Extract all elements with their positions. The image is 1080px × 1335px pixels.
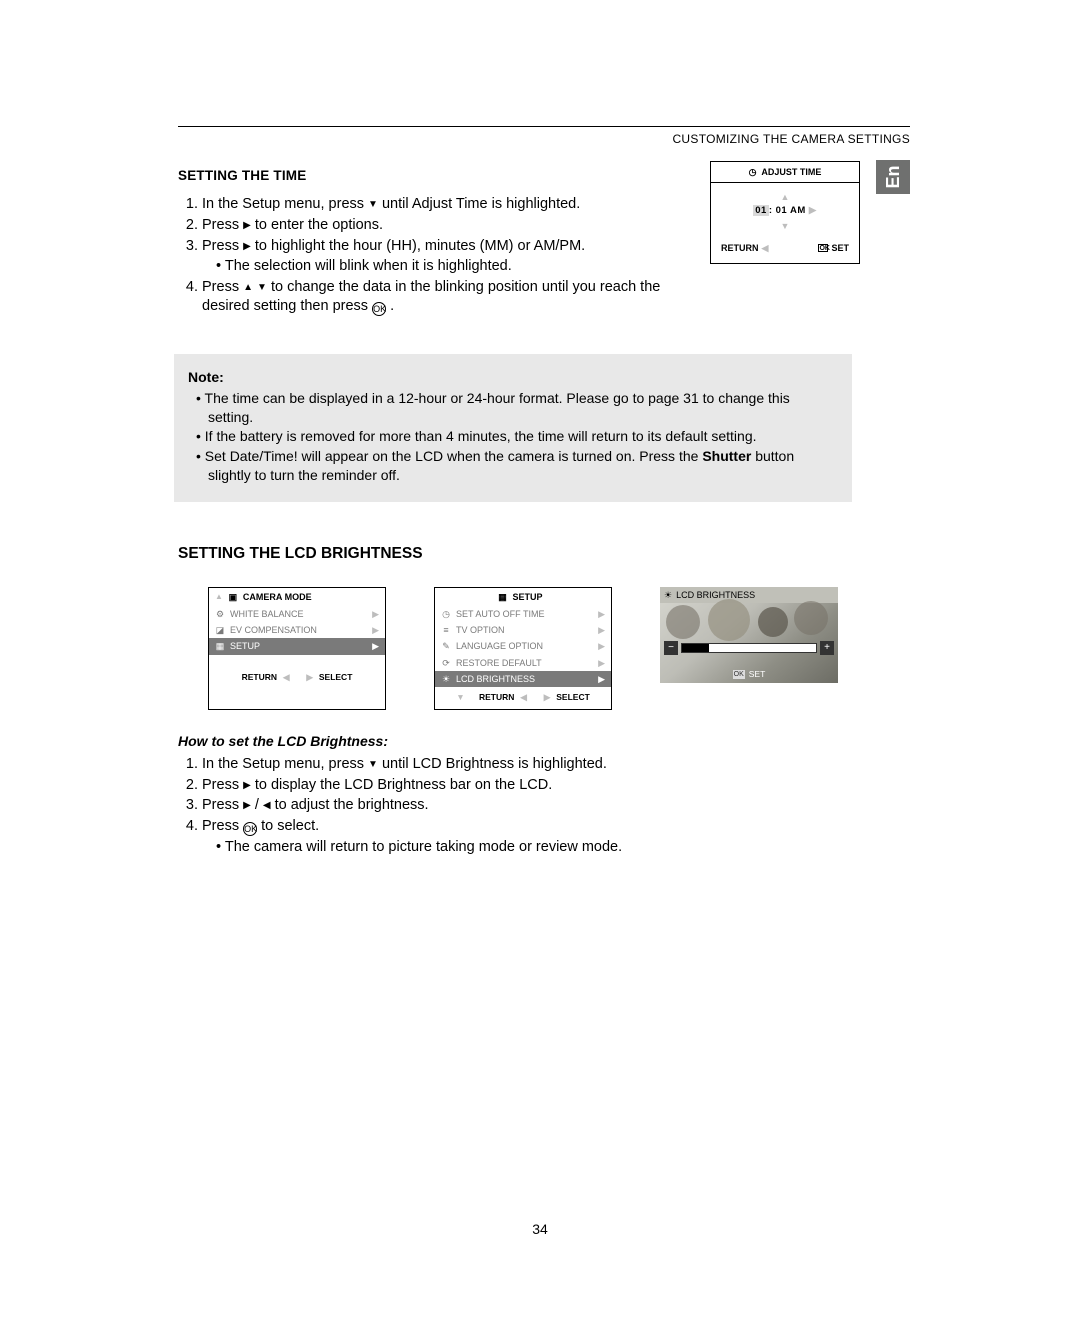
breadcrumb: CUSTOMIZING THE CAMERA SETTINGS: [178, 131, 910, 147]
menu-item: ✎LANGUAGE OPTION▶: [435, 638, 611, 654]
ev-icon: ◪: [215, 624, 225, 636]
right-triangle-icon: ▶: [243, 800, 251, 811]
camera-mode-menu: ▲ ▣ CAMERA MODE ⚙WHITE BALANCE▶ ◪EV COMP…: [208, 587, 386, 710]
clock-icon: ◷: [749, 166, 757, 178]
menu-item-selected: ☀LCD BRIGHTNESS▶: [435, 671, 611, 687]
note-item: Set Date/Time! will appear on the LCD wh…: [196, 447, 838, 485]
text: until Adjust Time is highlighted.: [382, 196, 580, 212]
right-triangle-icon: ▶: [243, 241, 251, 252]
clock-icon: ◷: [441, 608, 451, 620]
note-box: Note: The time can be displayed in a 12-…: [174, 354, 852, 502]
sub-bullet: The selection will blink when it is high…: [216, 257, 688, 277]
menu-item: ◷SET AUTO OFF TIME▶: [435, 606, 611, 622]
lcd-brightness-preview: ☀ LCD BRIGHTNESS − + OK SET: [660, 587, 838, 683]
text: to adjust the brightness.: [275, 797, 429, 813]
text: Press: [202, 818, 243, 834]
hour-field: 01: [753, 205, 769, 216]
text: .: [390, 298, 394, 314]
up-triangle-icon: ▲: [711, 191, 859, 203]
language-icon: ✎: [441, 640, 451, 652]
page-number: 34: [0, 1220, 1080, 1239]
text: Press: [202, 238, 243, 254]
set-label: SET: [831, 242, 849, 254]
up-triangle-icon: ▲: [215, 592, 223, 603]
shutter-bold: Shutter: [702, 448, 751, 464]
text: Set Date/Time! will appear on the LCD wh…: [205, 448, 703, 464]
note-title: Note:: [188, 368, 838, 387]
return-label: RETURN: [479, 692, 514, 703]
note-item: The time can be displayed in a 12-hour o…: [196, 389, 838, 427]
plus-button: +: [820, 641, 834, 655]
select-label: SELECT: [556, 692, 590, 703]
section-heading-lcd: SETTING THE LCD BRIGHTNESS: [178, 544, 910, 565]
text: to change the data in the blinking posit…: [202, 279, 660, 315]
brightness-icon: ☀: [664, 589, 672, 601]
brightness-icon: ☀: [441, 673, 451, 685]
left-triangle-icon: ◀: [263, 800, 271, 811]
howto-title: How to set the LCD Brightness:: [178, 732, 910, 751]
minus-button: −: [664, 641, 678, 655]
menu-item-selected: ▦SETUP▶: [209, 638, 385, 654]
text: Press: [202, 217, 243, 233]
time-steps: In the Setup menu, press ▼ until Adjust …: [202, 195, 688, 316]
section-heading-time: SETTING THE TIME: [178, 167, 688, 185]
text: to display the LCD Brightness bar on the…: [255, 777, 552, 793]
lcd-title: ADJUST TIME: [761, 166, 821, 178]
tv-icon: ≡: [441, 624, 451, 636]
text: to select.: [261, 818, 319, 834]
text: to enter the options.: [255, 217, 383, 233]
text: to highlight the hour (HH), minutes (MM)…: [255, 238, 585, 254]
text: Press: [202, 797, 243, 813]
return-label: RETURN: [242, 672, 277, 683]
menu-item: ⚙WHITE BALANCE▶: [209, 606, 385, 622]
down-triangle-icon: ▼: [257, 282, 267, 293]
time-rest: : 01 AM: [769, 205, 806, 216]
setup-icon: ▦: [497, 591, 507, 603]
ok-icon: OK: [243, 822, 257, 836]
text: /: [255, 797, 263, 813]
menu-item: ≡TV OPTION▶: [435, 622, 611, 638]
down-triangle-icon: ▼: [368, 199, 378, 210]
right-triangle-icon: ▶: [243, 220, 251, 231]
text: Press: [202, 279, 243, 295]
lcd-time-value: 01: 01 AM ▶: [711, 203, 859, 220]
text: until LCD Brightness is highlighted.: [382, 756, 607, 772]
camera-icon: ▣: [228, 591, 238, 603]
select-label: SELECT: [319, 672, 353, 683]
lcd-steps: In the Setup menu, press ▼ until LCD Bri…: [202, 755, 910, 857]
text: In the Setup menu, press: [202, 756, 368, 772]
up-triangle-icon: ▲: [243, 282, 253, 293]
setup-icon: ▦: [215, 640, 225, 652]
menu-title: SETUP: [512, 591, 542, 603]
white-balance-icon: ⚙: [215, 608, 225, 620]
set-label: SET: [749, 669, 766, 680]
return-label: RETURN: [721, 242, 759, 254]
preview-title: LCD BRIGHTNESS: [676, 589, 755, 601]
menu-item: ◪EV COMPENSATION▶: [209, 622, 385, 638]
menu-item: ⟳RESTORE DEFAULT▶: [435, 655, 611, 671]
down-triangle-icon: ▼: [711, 220, 859, 232]
ok-icon: OK: [372, 302, 386, 316]
text: In the Setup menu, press: [202, 196, 368, 212]
text: Press: [202, 777, 243, 793]
brightness-track: [681, 643, 817, 653]
sub-bullet: The camera will return to picture taking…: [216, 838, 910, 858]
setup-menu: ▦ SETUP ◷SET AUTO OFF TIME▶ ≡TV OPTION▶ …: [434, 587, 612, 710]
lcd-adjust-time: ◷ ADJUST TIME ▲ 01: 01 AM ▶ ▼ RETURN ◀ O…: [710, 161, 860, 263]
ok-square-icon: OK: [733, 670, 745, 679]
note-item: If the battery is removed for more than …: [196, 427, 838, 446]
restore-icon: ⟳: [441, 657, 451, 669]
menu-title: CAMERA MODE: [243, 591, 312, 603]
ok-square-icon: OK: [818, 244, 828, 252]
right-triangle-icon: ▶: [243, 780, 251, 791]
language-tab: En: [876, 160, 910, 194]
down-triangle-icon: ▼: [368, 759, 378, 770]
